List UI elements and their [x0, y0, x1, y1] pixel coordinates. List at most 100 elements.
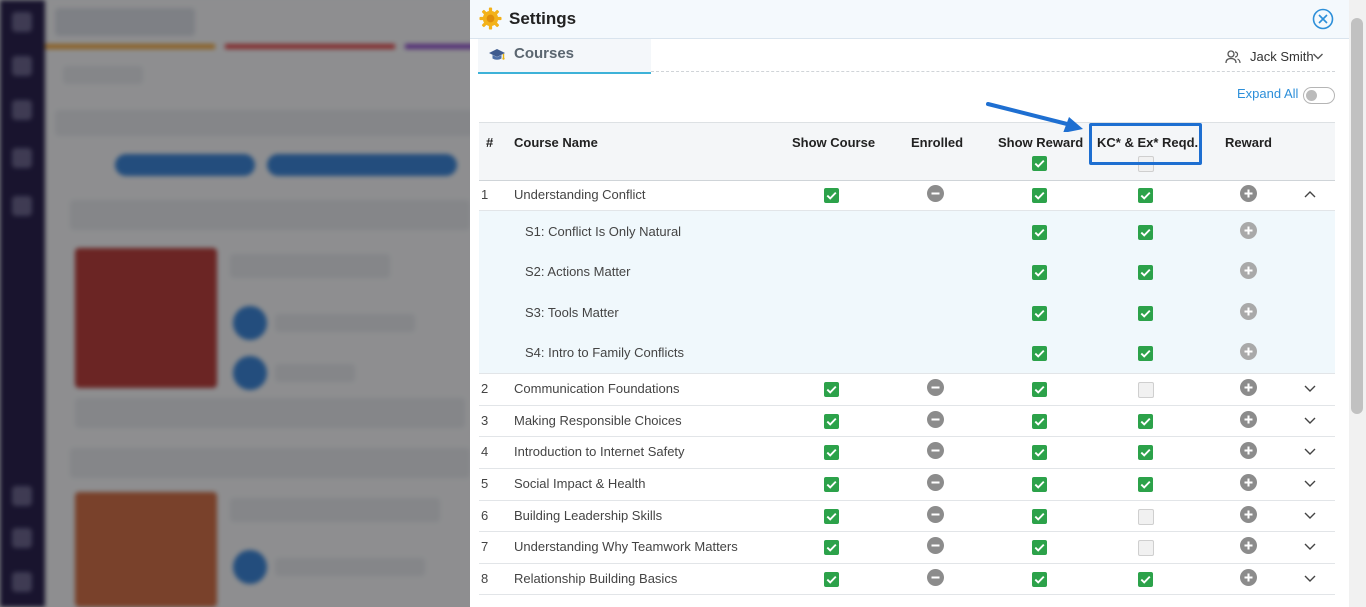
- kc-ex-reqd-checkbox[interactable]: [1138, 413, 1153, 429]
- check-icon: [826, 191, 837, 200]
- tab-courses[interactable]: Courses: [478, 39, 651, 74]
- check-icon: [1140, 417, 1151, 426]
- chevron-down-icon[interactable]: [1303, 446, 1317, 456]
- plus-icon: [1244, 307, 1253, 315]
- row-number: 7: [481, 539, 489, 554]
- kc-ex-reqd-checkbox[interactable]: [1138, 224, 1153, 240]
- reward-plus-icon[interactable]: [1240, 537, 1257, 554]
- show-course-checkbox[interactable]: [824, 413, 839, 429]
- header-enrolled: Enrolled: [911, 135, 964, 150]
- show-course-checkbox[interactable]: [824, 187, 839, 203]
- show-reward-checkbox[interactable]: [1032, 477, 1047, 492]
- enrolled-minus-icon[interactable]: [927, 568, 944, 586]
- show-reward-checkbox[interactable]: [1032, 382, 1047, 397]
- show-reward-checkbox[interactable]: [1032, 540, 1047, 555]
- show-reward-checkbox[interactable]: [1032, 265, 1047, 280]
- minus-icon: [931, 386, 940, 389]
- expand-all-label[interactable]: Expand All: [1237, 86, 1298, 101]
- kc-all-checkbox[interactable]: [1138, 156, 1154, 172]
- reward-plus-icon[interactable]: [1240, 221, 1257, 239]
- reward-plus-icon[interactable]: [1240, 343, 1257, 360]
- show-course-checkbox[interactable]: [824, 508, 839, 524]
- header-show-course: Show Course: [792, 135, 876, 150]
- kc-ex-reqd-checkbox[interactable]: [1138, 540, 1154, 556]
- enrolled-minus-icon[interactable]: [927, 379, 944, 396]
- page-scrollbar-thumb[interactable]: [1351, 18, 1363, 414]
- row-number: 4: [481, 444, 489, 459]
- row-number: 3: [481, 412, 489, 428]
- show-course-checkbox[interactable]: [824, 540, 839, 555]
- show-course-checkbox[interactable]: [824, 382, 839, 397]
- show-reward-checkbox[interactable]: [1032, 187, 1047, 203]
- plus-icon: [1244, 383, 1253, 392]
- enrolled-minus-icon[interactable]: [927, 474, 944, 491]
- show-reward-checkbox[interactable]: [1032, 571, 1047, 587]
- reward-plus-icon[interactable]: [1240, 474, 1257, 491]
- reward-plus-icon[interactable]: [1240, 379, 1257, 396]
- course-name: Communication Foundations: [514, 381, 680, 396]
- show-reward-checkbox[interactable]: [1032, 346, 1047, 361]
- kc-ex-reqd-checkbox[interactable]: [1138, 508, 1154, 525]
- kc-ex-reqd-checkbox[interactable]: [1138, 445, 1153, 460]
- row-number: 2: [481, 381, 489, 396]
- modal-backdrop[interactable]: [0, 0, 470, 607]
- course-row: 5 Social Impact & Health: [479, 468, 1335, 501]
- gear-icon: [479, 7, 502, 30]
- expand-all-toggle[interactable]: [1303, 87, 1335, 104]
- reward-plus-icon[interactable]: [1240, 184, 1257, 202]
- close-icon[interactable]: [1312, 8, 1334, 30]
- reward-plus-icon[interactable]: [1240, 410, 1257, 428]
- show-course-checkbox[interactable]: [824, 571, 839, 587]
- reward-plus-icon[interactable]: [1240, 262, 1257, 279]
- kc-ex-reqd-checkbox[interactable]: [1138, 571, 1153, 587]
- show-course-checkbox[interactable]: [824, 445, 839, 460]
- reward-plus-icon[interactable]: [1240, 302, 1257, 320]
- show-reward-all-checkbox[interactable]: [1032, 156, 1047, 171]
- reward-plus-icon[interactable]: [1240, 442, 1257, 459]
- chevron-down-icon[interactable]: [1303, 573, 1317, 583]
- header-reward: Reward: [1225, 135, 1272, 150]
- kc-ex-reqd-checkbox[interactable]: [1138, 382, 1154, 398]
- show-reward-checkbox[interactable]: [1032, 413, 1047, 429]
- check-icon: [1034, 543, 1045, 552]
- enrolled-minus-icon[interactable]: [927, 505, 944, 523]
- chevron-up-icon[interactable]: [1303, 189, 1317, 199]
- check-icon: [1034, 228, 1045, 237]
- kc-ex-reqd-checkbox[interactable]: [1138, 477, 1153, 492]
- kc-ex-reqd-checkbox[interactable]: [1138, 346, 1153, 361]
- reward-plus-icon[interactable]: [1240, 568, 1257, 586]
- check-icon: [826, 512, 837, 521]
- minus-icon: [931, 418, 940, 420]
- row-number: 6: [481, 507, 489, 523]
- kc-ex-reqd-checkbox[interactable]: [1138, 265, 1153, 280]
- check-icon: [1034, 191, 1045, 200]
- enrolled-minus-icon[interactable]: [927, 537, 944, 554]
- course-row: 2 Communication Foundations: [479, 373, 1335, 406]
- kc-ex-reqd-checkbox[interactable]: [1138, 305, 1153, 321]
- row-number: 8: [481, 570, 489, 586]
- check-icon: [1140, 191, 1151, 200]
- show-reward-checkbox[interactable]: [1032, 508, 1047, 524]
- show-reward-checkbox[interactable]: [1032, 445, 1047, 460]
- chevron-down-icon[interactable]: [1303, 510, 1317, 520]
- chevron-down-icon[interactable]: [1303, 541, 1317, 551]
- enrolled-minus-icon[interactable]: [927, 442, 944, 459]
- chevron-down-icon[interactable]: [1303, 478, 1317, 488]
- chevron-down-icon[interactable]: [1303, 415, 1317, 425]
- check-icon: [1034, 309, 1045, 318]
- user-icon: [1225, 50, 1241, 64]
- enrolled-minus-icon[interactable]: [927, 410, 944, 428]
- chevron-down-icon[interactable]: [1303, 383, 1317, 393]
- kc-ex-reqd-checkbox[interactable]: [1138, 187, 1153, 203]
- show-reward-checkbox[interactable]: [1032, 224, 1047, 240]
- plus-icon: [1244, 266, 1253, 275]
- reward-plus-icon[interactable]: [1240, 505, 1257, 523]
- show-course-checkbox[interactable]: [824, 477, 839, 492]
- row-number: 5: [481, 476, 489, 491]
- table-header-row: # Course Name Show Course Enrolled Show …: [479, 122, 1335, 181]
- course-row: 7 Understanding Why Teamwork Matters: [479, 531, 1335, 564]
- tab-courses-label: Courses: [514, 45, 575, 62]
- show-reward-checkbox[interactable]: [1032, 305, 1047, 321]
- minus-icon: [931, 576, 940, 578]
- enrolled-minus-icon[interactable]: [927, 184, 944, 202]
